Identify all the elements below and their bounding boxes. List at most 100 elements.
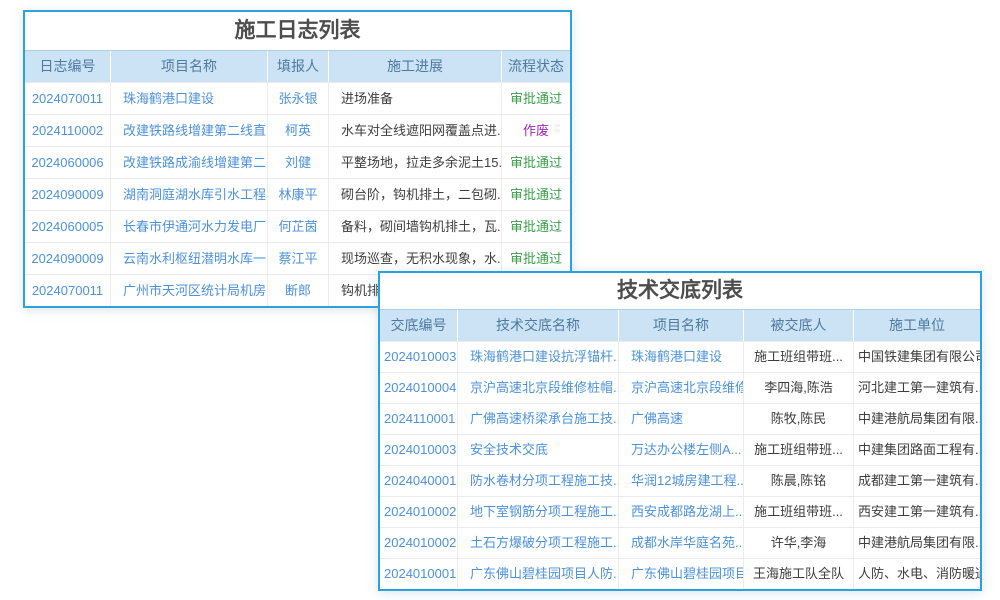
disclosure-row: 2024010002土石方爆破分项工程施工...成都水岸华庭名苑...许华,李海… — [380, 527, 980, 558]
project-name-link[interactable]: 云南水利枢纽潜明水库一... — [111, 243, 268, 274]
reporter-link[interactable]: 张永银 — [268, 83, 329, 114]
project-name-link[interactable]: 改建铁路成渝线增建第二... — [111, 147, 268, 178]
construction-unit-text: 中建集团路面工程有... — [854, 435, 980, 465]
project-name-link[interactable]: 广东佛山碧桂园项目 — [619, 559, 744, 589]
disclosure-row: 2024040001防水卷材分项工程施工技...华润12城房建工程...陈晨,陈… — [380, 465, 980, 496]
log-row: 2024090009湖南洞庭湖水库引水工程...林康平砌台阶，钩机排土，二包砌.… — [25, 178, 570, 210]
project-name-link[interactable]: 长春市伊通河水力发电厂... — [111, 211, 268, 242]
reporter-link[interactable]: 何芷茵 — [268, 211, 329, 242]
column-header: 施工单位 — [854, 310, 980, 341]
construction-unit-text: 中国铁建集团有限公司 — [854, 342, 980, 372]
disclosure-id-link[interactable]: 2024040001 — [380, 466, 458, 496]
disclosure-id-link[interactable]: 2024010004 — [380, 373, 458, 403]
project-name-link[interactable]: 广州市天河区统计局机房... — [111, 275, 268, 306]
reporter-link[interactable]: 断郎 — [268, 275, 329, 306]
recipients-text: 施工班组带班... — [744, 342, 854, 372]
column-header: 日志编号 — [25, 51, 111, 82]
recipients-text: 施工班组带班... — [744, 497, 854, 527]
log-id-link[interactable]: 2024060005 — [25, 211, 111, 242]
disclosure-name-link[interactable]: 地下室钢筋分项工程施工... — [458, 497, 619, 527]
disclosure-id-link[interactable]: 2024010002 — [380, 528, 458, 558]
technical-disclosure-table: 技术交底列表 交底编号技术交底名称项目名称被交底人施工单位 2024010003… — [378, 271, 982, 591]
progress-text: 备料，砌间墙钩机排土，瓦... — [329, 211, 502, 242]
project-name-link[interactable]: 湖南洞庭湖水库引水工程... — [111, 179, 268, 210]
construction-unit-text: 河北建工第一建筑有... — [854, 373, 980, 403]
technical-disclosure-body: 2024010003珠海鹤港口建设抗浮锚杆...珠海鹤港口建设施工班组带班...… — [380, 341, 980, 589]
reporter-link[interactable]: 蔡江平 — [268, 243, 329, 274]
disclosure-row: 2024010001广东佛山碧桂园项目人防...广东佛山碧桂园项目王海施工队全队… — [380, 558, 980, 589]
technical-disclosure-header-row: 交底编号技术交底名称项目名称被交底人施工单位 — [380, 310, 980, 341]
log-id-link[interactable]: 2024060006 — [25, 147, 111, 178]
project-name-link[interactable]: 珠海鹤港口建设 — [111, 83, 268, 114]
construction-log-header-row: 日志编号项目名称填报人施工进展流程状态 — [25, 51, 570, 82]
log-row: 2024110002改建铁路线增建第二线直...柯英水车对全线遮阳网覆盖点进..… — [25, 114, 570, 146]
disclosure-name-link[interactable]: 广佛高速桥梁承台施工技... — [458, 404, 619, 434]
disclosure-row: 2024010003珠海鹤港口建设抗浮锚杆...珠海鹤港口建设施工班组带班...… — [380, 341, 980, 372]
disclosure-name-link[interactable]: 防水卷材分项工程施工技... — [458, 466, 619, 496]
recipients-text: 许华,李海 — [744, 528, 854, 558]
recipients-text: 王海施工队全队 — [744, 559, 854, 589]
progress-text: 水车对全线遮阳网覆盖点进... — [329, 115, 502, 146]
construction-unit-text: 中建港航局集团有限... — [854, 528, 980, 558]
column-header: 被交底人 — [744, 310, 854, 341]
column-header: 施工进展 — [329, 51, 502, 82]
disclosure-id-link[interactable]: 2024110001 — [380, 404, 458, 434]
recipients-text: 陈牧,陈民 — [744, 404, 854, 434]
log-id-link[interactable]: 2024090009 — [25, 179, 111, 210]
project-name-link[interactable]: 京沪高速北京段维修 — [619, 373, 744, 403]
disclosure-row: 2024010004京沪高速北京段维修桩帽...京沪高速北京段维修李四海,陈浩河… — [380, 372, 980, 403]
log-id-link[interactable]: 2024090009 — [25, 243, 111, 274]
disclosure-id-link[interactable]: 2024010003 — [380, 435, 458, 465]
log-row: 2024060006改建铁路成渝线增建第二...刘健平整场地，拉走多余泥土15.… — [25, 146, 570, 178]
column-header: 项目名称 — [111, 51, 268, 82]
column-header: 交底编号 — [380, 310, 458, 341]
log-row: 2024060005长春市伊通河水力发电厂...何芷茵备料，砌间墙钩机排土，瓦.… — [25, 210, 570, 242]
reporter-link[interactable]: 柯英 — [268, 115, 329, 146]
disclosure-id-link[interactable]: 2024010001 — [380, 559, 458, 589]
recipients-text: 陈晨,陈铭 — [744, 466, 854, 496]
project-name-link[interactable]: 万达办公楼左侧A... — [619, 435, 744, 465]
progress-text: 砌台阶，钩机排土，二包砌... — [329, 179, 502, 210]
disclosure-name-link[interactable]: 京沪高速北京段维修桩帽... — [458, 373, 619, 403]
disclosure-name-link[interactable]: 土石方爆破分项工程施工... — [458, 528, 619, 558]
disclosure-name-link[interactable]: 广东佛山碧桂园项目人防... — [458, 559, 619, 589]
status-badge: 审批通过 — [502, 211, 570, 242]
log-row: 2024090009云南水利枢纽潜明水库一...蔡江平现场巡查，无积水现象，水.… — [25, 242, 570, 274]
disclosure-row: 2024010002地下室钢筋分项工程施工...西安成都路龙湖上...施工班组带… — [380, 496, 980, 527]
construction-unit-text: 人防、水电、消防暖通 — [854, 559, 980, 589]
column-header: 流程状态 — [502, 51, 570, 82]
construction-log-title: 施工日志列表 — [25, 12, 570, 51]
technical-disclosure-title: 技术交底列表 — [380, 273, 980, 310]
construction-unit-text: 中建港航局集团有限... — [854, 404, 980, 434]
log-id-link[interactable]: 2024070011 — [25, 275, 111, 306]
status-badge: 作废 — [502, 115, 570, 146]
project-name-link[interactable]: 改建铁路线增建第二线直... — [111, 115, 268, 146]
disclosure-name-link[interactable]: 珠海鹤港口建设抗浮锚杆... — [458, 342, 619, 372]
disclosure-row: 2024110001广佛高速桥梁承台施工技...广佛高速陈牧,陈民中建港航局集团… — [380, 403, 980, 434]
project-name-link[interactable]: 成都水岸华庭名苑... — [619, 528, 744, 558]
column-header: 技术交底名称 — [458, 310, 619, 341]
project-name-link[interactable]: 广佛高速 — [619, 404, 744, 434]
project-name-link[interactable]: 珠海鹤港口建设 — [619, 342, 744, 372]
log-row: 2024070011珠海鹤港口建设张永银进场准备审批通过 — [25, 82, 570, 114]
progress-text: 现场巡查，无积水现象，水... — [329, 243, 502, 274]
reporter-link[interactable]: 刘健 — [268, 147, 329, 178]
reporter-link[interactable]: 林康平 — [268, 179, 329, 210]
disclosure-name-link[interactable]: 安全技术交底 — [458, 435, 619, 465]
recipients-text: 李四海,陈浩 — [744, 373, 854, 403]
disclosure-id-link[interactable]: 2024010003 — [380, 342, 458, 372]
construction-log-table: 施工日志列表 日志编号项目名称填报人施工进展流程状态 2024070011珠海鹤… — [23, 10, 572, 308]
construction-unit-text: 西安建工第一建筑有... — [854, 497, 980, 527]
disclosure-row: 2024010003安全技术交底万达办公楼左侧A...施工班组带班...中建集团… — [380, 434, 980, 465]
status-badge: 审批通过 — [502, 83, 570, 114]
column-header: 填报人 — [268, 51, 329, 82]
project-name-link[interactable]: 西安成都路龙湖上... — [619, 497, 744, 527]
recipients-text: 施工班组带班... — [744, 435, 854, 465]
log-id-link[interactable]: 2024070011 — [25, 83, 111, 114]
project-name-link[interactable]: 华润12城房建工程... — [619, 466, 744, 496]
status-badge: 审批通过 — [502, 243, 570, 274]
log-id-link[interactable]: 2024110002 — [25, 115, 111, 146]
disclosure-id-link[interactable]: 2024010002 — [380, 497, 458, 527]
column-header: 项目名称 — [619, 310, 744, 341]
progress-text: 平整场地，拉走多余泥土15... — [329, 147, 502, 178]
